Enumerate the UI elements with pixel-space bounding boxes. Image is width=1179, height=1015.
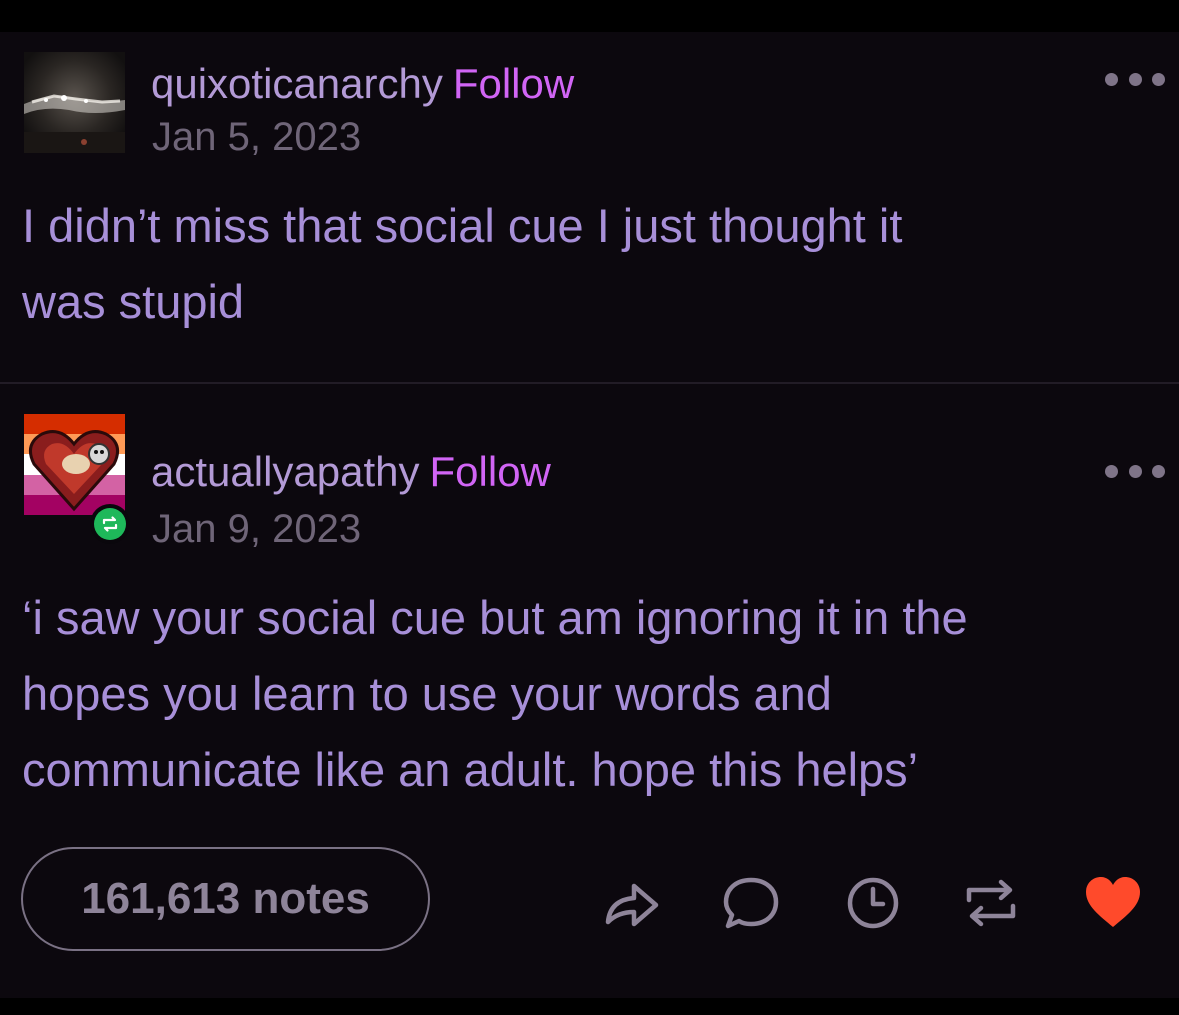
post-thread: quixoticanarchy Follow Jan 5, 2023 I didn… bbox=[0, 32, 1179, 998]
heart-icon[interactable] bbox=[1082, 872, 1144, 934]
dot bbox=[1105, 72, 1118, 86]
notes-count-button[interactable]: 161,613 notes bbox=[21, 847, 430, 951]
clock-icon[interactable] bbox=[842, 872, 904, 934]
reblog-badge-icon bbox=[90, 504, 130, 544]
more-options-icon[interactable] bbox=[1105, 464, 1165, 478]
reblog-icon[interactable] bbox=[960, 872, 1022, 934]
post-header: actuallyapathy Follow bbox=[151, 448, 551, 496]
dot bbox=[1128, 72, 1142, 86]
post-header: quixoticanarchy Follow bbox=[151, 60, 574, 108]
follow-button[interactable]: Follow bbox=[453, 60, 574, 107]
share-icon[interactable] bbox=[600, 872, 662, 934]
username[interactable]: quixoticanarchy bbox=[151, 60, 443, 107]
username[interactable]: actuallyapathy bbox=[151, 448, 420, 495]
post-quixoticanarchy: quixoticanarchy Follow Jan 5, 2023 I didn… bbox=[0, 32, 1179, 382]
post-body: I didn’t miss that social cue I just tho… bbox=[22, 199, 903, 328]
post-actuallyapathy: actuallyapathy Follow Jan 9, 2023 ‘i saw … bbox=[0, 384, 1179, 998]
avatar[interactable] bbox=[24, 414, 125, 515]
reply-icon[interactable] bbox=[720, 872, 782, 934]
dot bbox=[1105, 464, 1118, 478]
follow-button[interactable]: Follow bbox=[430, 448, 551, 495]
dot bbox=[1152, 72, 1165, 86]
post-body: ‘i saw your social cue but am ignoring i… bbox=[22, 591, 968, 796]
post-date: Jan 9, 2023 bbox=[152, 507, 362, 551]
avatar[interactable] bbox=[24, 52, 125, 153]
dot bbox=[1128, 464, 1142, 478]
post-date: Jan 5, 2023 bbox=[152, 115, 362, 159]
more-options-icon[interactable] bbox=[1105, 72, 1165, 86]
dot bbox=[1152, 464, 1165, 478]
